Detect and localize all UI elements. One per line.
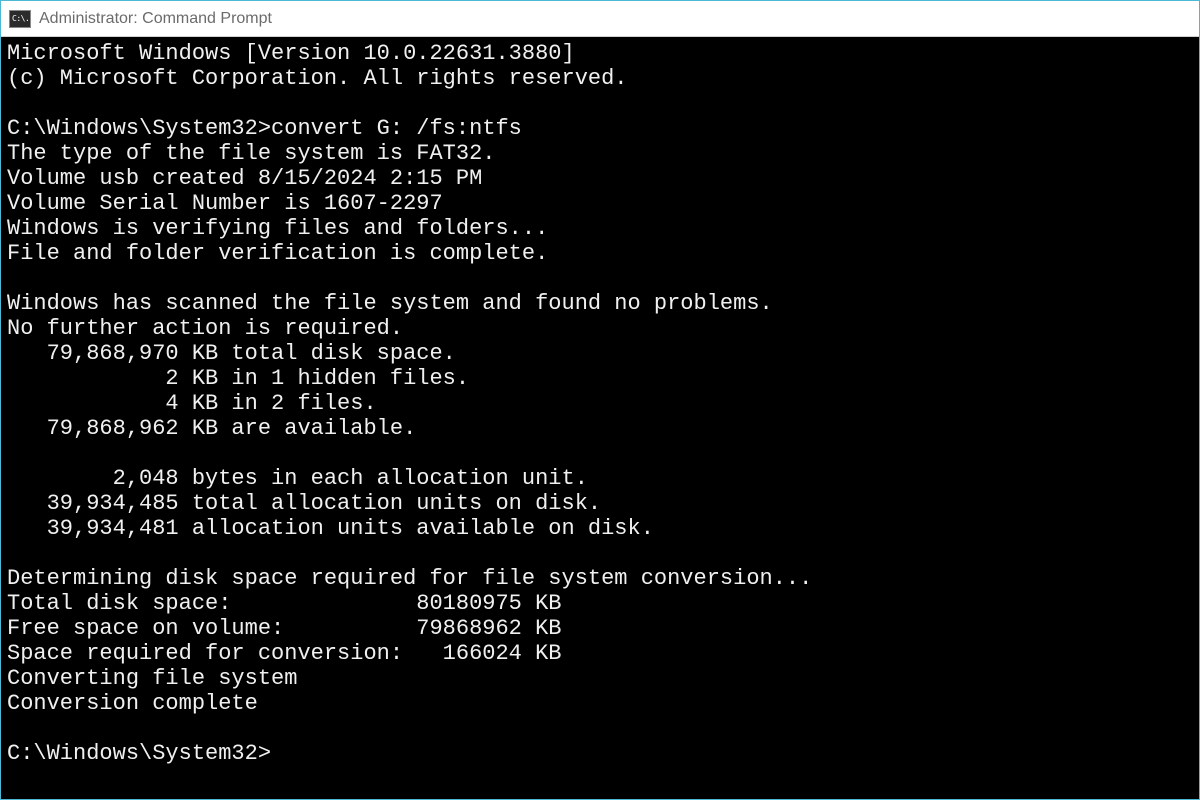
terminal-line: Total disk space: 80180975 KB: [7, 591, 562, 616]
terminal-line: 4 KB in 2 files.: [7, 391, 377, 416]
terminal-line: Volume usb created 8/15/2024 2:15 PM: [7, 166, 482, 191]
terminal-output: Microsoft Windows [Version 10.0.22631.38…: [7, 41, 1193, 766]
window-title: Administrator: Command Prompt: [39, 10, 272, 28]
terminal-line: C:\Windows\System32>convert G: /fs:ntfs: [7, 116, 522, 141]
titlebar[interactable]: C:\. Administrator: Command Prompt: [1, 1, 1199, 37]
command-prompt-window: C:\. Administrator: Command Prompt Micro…: [0, 0, 1200, 800]
terminal-line: The type of the file system is FAT32.: [7, 141, 495, 166]
cmd-icon-label: C:\.: [12, 15, 29, 23]
terminal-line: Free space on volume: 79868962 KB: [7, 616, 562, 641]
terminal-line: (c) Microsoft Corporation. All rights re…: [7, 66, 628, 91]
terminal-line: 79,868,970 KB total disk space.: [7, 341, 456, 366]
terminal-line: 39,934,485 total allocation units on dis…: [7, 491, 601, 516]
cmd-icon: C:\.: [9, 10, 31, 28]
terminal-line: Determining disk space required for file…: [7, 566, 812, 591]
terminal-line: No further action is required.: [7, 316, 403, 341]
terminal-line: 79,868,962 KB are available.: [7, 416, 416, 441]
terminal-line: Microsoft Windows [Version 10.0.22631.38…: [7, 41, 575, 66]
terminal-line: 39,934,481 allocation units available on…: [7, 516, 654, 541]
terminal-line: Converting file system: [7, 666, 297, 691]
cursor: [271, 744, 283, 766]
terminal-line: File and folder verification is complete…: [7, 241, 548, 266]
terminal-line: Conversion complete: [7, 691, 258, 716]
terminal-line: 2 KB in 1 hidden files.: [7, 366, 469, 391]
terminal-line: 2,048 bytes in each allocation unit.: [7, 466, 588, 491]
terminal-line: Volume Serial Number is 1607-2297: [7, 191, 443, 216]
terminal-line: Windows has scanned the file system and …: [7, 291, 773, 316]
terminal-area[interactable]: Microsoft Windows [Version 10.0.22631.38…: [1, 37, 1199, 799]
terminal-line: Windows is verifying files and folders..…: [7, 216, 548, 241]
terminal-prompt: C:\Windows\System32>: [7, 741, 271, 766]
terminal-line: Space required for conversion: 166024 KB: [7, 641, 562, 666]
